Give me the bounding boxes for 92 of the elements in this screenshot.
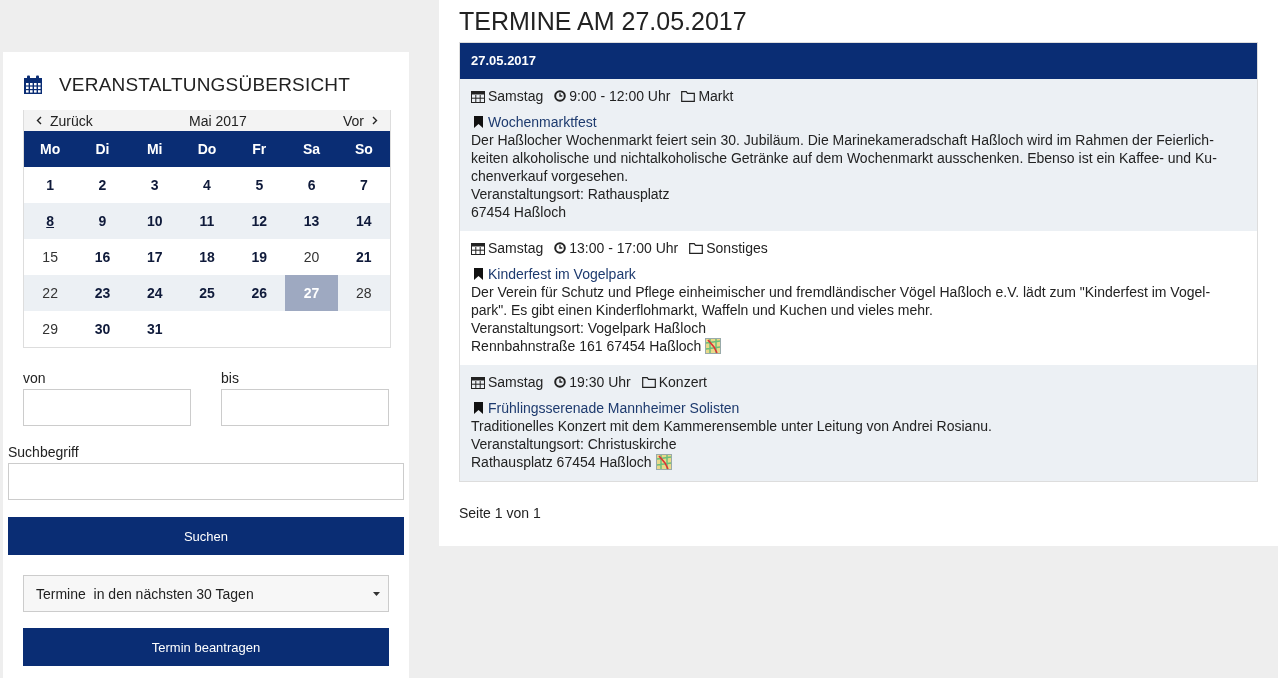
page-title: TERMINE AM 27.05.2017 [459, 6, 748, 37]
next-month-link[interactable]: Vor [343, 112, 364, 129]
chevron-left-icon [36, 116, 42, 125]
calendar-day[interactable]: 1 [24, 167, 77, 203]
date-header: 27.05.2017 [460, 43, 1257, 79]
calendar-day[interactable]: 5 [233, 167, 286, 203]
event-venue: Veranstaltungsort: Christuskirche [471, 435, 678, 453]
calendar-day[interactable]: 20 [285, 239, 338, 275]
calendar-icon [23, 75, 43, 95]
weekday-label: Fr [251, 141, 268, 157]
field-label: bis [221, 370, 240, 386]
calendar-day[interactable]: 25 [180, 275, 234, 311]
pagination-text: Seite 1 von 1 [459, 505, 542, 521]
event-venue: Veranstaltungsort: Rathausplatz [471, 185, 671, 203]
calendar-day[interactable]: 23 [76, 275, 129, 311]
caret-icon [373, 591, 380, 596]
event-day: Samstag [488, 373, 544, 391]
calendar-day[interactable]: 10 [128, 203, 181, 239]
search-button[interactable]: Suchen [8, 517, 404, 555]
event-address: 67454 Haßloch [471, 203, 566, 221]
clock-icon [554, 376, 567, 388]
calendar-day[interactable]: 21 [337, 239, 390, 275]
event-description: Der Verein für Schutz und Pflege einheimischer und fremdländischer Vögel Haßloch e.V. lädt zum "Kinderfest im Vogel- park". Es gibt einen Kinderflohmarkt, Waffeln und Kuchen und vieles mehr. [471, 283, 1212, 319]
bookmark-icon [474, 268, 483, 280]
calendar-day[interactable]: 19 [233, 239, 286, 275]
to-date-field[interactable] [221, 389, 389, 426]
request-event-button[interactable]: Termin beantragen [23, 628, 389, 666]
bookmark-icon [474, 402, 483, 414]
calendar-day[interactable]: 22 [24, 275, 77, 311]
clock-icon [554, 90, 567, 102]
event-category: Konzert [658, 373, 707, 391]
calendar-day[interactable]: 11 [180, 203, 234, 239]
clock-icon [554, 242, 567, 254]
panel-title: VERANSTALTUNGSÜBERSICHT [59, 74, 351, 96]
previous-month-link[interactable]: Zurück [50, 112, 93, 129]
event-time: 9:00 - 12:00 Uhr [569, 87, 671, 105]
range-dropdown[interactable]: Termine in den nächsten 30 Tagen [23, 575, 389, 612]
calendar-day[interactable]: 7 [337, 167, 390, 203]
event-description: Der Haßlocher Wochenmarkt feiert sein 30. Jubiläum. Die Marinekameradschaft Haßloch wird im Rahmen der Feierlich- keiten alkoholische und nichtalkoholische Getränke auf dem Wochenmarkt ausschenken. Ebenso ist ein Kaffee- und Ku- chenverkauf vorgesehen. [471, 131, 1218, 185]
calendar-day[interactable]: 15 [24, 239, 77, 275]
calendar-icon [471, 241, 485, 255]
weekday-label: Mo [39, 141, 62, 157]
calendar-icon [471, 89, 485, 103]
field-label: Suchbegriff [8, 444, 80, 460]
event-title-link[interactable]: Wochenmarktfest [488, 113, 597, 131]
folder-icon [641, 376, 656, 388]
map-icon[interactable] [655, 454, 672, 470]
weekday-label: Di [94, 141, 111, 157]
calendar-day[interactable]: 2 [76, 167, 129, 203]
weekday-label: Do [196, 141, 218, 157]
month-label: Mai 2017 [189, 112, 247, 129]
weekday-label: So [353, 141, 374, 157]
event-time: 19:30 Uhr [569, 373, 631, 391]
field-label: von [23, 370, 47, 386]
folder-icon [689, 242, 704, 254]
weekday-label: Sa [302, 141, 322, 157]
search-field[interactable] [8, 463, 404, 500]
event-time: 13:00 - 17:00 Uhr [569, 239, 679, 257]
calendar-day[interactable]: 31 [128, 311, 181, 347]
calendar-day[interactable]: 3 [128, 167, 181, 203]
bookmark-icon [474, 116, 483, 128]
from-date-field[interactable] [23, 389, 191, 426]
event-venue: Veranstaltungsort: Vogelpark Haßloch [471, 319, 708, 337]
calendar-day[interactable]: 16 [76, 239, 129, 275]
calendar-day[interactable]: 24 [128, 275, 181, 311]
folder-icon [681, 90, 696, 102]
event-title-link[interactable]: Kinderfest im Vogelpark [488, 265, 636, 283]
calendar-day[interactable]: 12 [233, 203, 286, 239]
event-description: Traditionelles Konzert mit dem Kammerensemble unter Leitung von Andrei Rosianu. [471, 417, 993, 435]
calendar-day[interactable]: 13 [285, 203, 338, 239]
calendar-day[interactable]: 4 [180, 167, 234, 203]
calendar-day[interactable]: 6 [285, 167, 338, 203]
event-day: Samstag [488, 239, 544, 257]
calendar-day[interactable]: 14 [337, 203, 390, 239]
calendar-day[interactable]: 18 [180, 239, 234, 275]
event-day: Samstag [488, 87, 544, 105]
calendar-day[interactable]: 17 [128, 239, 181, 275]
event-address: Rathausplatz 67454 Haßloch [471, 453, 652, 471]
event-category: Markt [698, 87, 734, 105]
calendar-day[interactable]: 9 [76, 203, 129, 239]
event-title-link[interactable]: Frühlingsserenade Mannheimer Solisten [488, 399, 740, 417]
event-category: Sonstiges [706, 239, 768, 257]
calendar-day[interactable]: 8 [24, 203, 77, 239]
weekday-label: Mi [145, 141, 164, 157]
map-icon[interactable] [705, 338, 722, 354]
calendar-day[interactable]: 30 [76, 311, 129, 347]
calendar-day[interactable]: 28 [337, 275, 390, 311]
chevron-right-icon [372, 116, 378, 125]
event-address: Rennbahnstraße 161 67454 Haßloch [471, 337, 702, 355]
calendar-day[interactable]: 26 [233, 275, 286, 311]
calendar-day[interactable]: 29 [24, 311, 77, 347]
calendar-icon [471, 375, 485, 389]
